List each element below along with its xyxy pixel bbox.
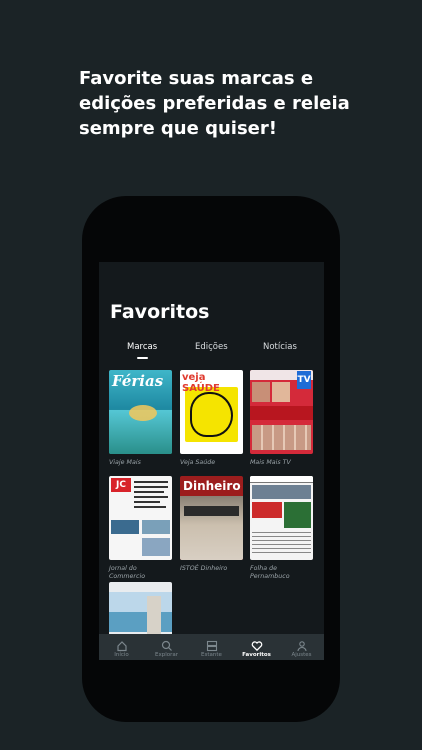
page-title: Favoritos <box>110 301 210 323</box>
promo-headline: Favorite suas marcas e edições preferida… <box>79 68 350 139</box>
card-caption: Mais Mais TV <box>250 459 291 466</box>
card-caption: Folha de Pernambuco <box>250 565 290 580</box>
nav-item-ajustes[interactable]: Ajustes <box>279 637 324 658</box>
favorite-card-folha-de-pernambuco[interactable]: Folha de Pernambuco <box>250 476 313 581</box>
favorite-card-veja-saude[interactable]: veja SAÚDE Veja Saúde <box>180 370 243 467</box>
favorite-card-istoe-dinheiro[interactable]: Dinheiro ISTOÉ Dinheiro <box>180 476 243 573</box>
card-caption: Veja Saúde <box>180 459 216 466</box>
heart-icon <box>234 637 279 652</box>
tab-noticias[interactable]: Notícias <box>263 342 297 352</box>
tab-marcas[interactable]: Marcas <box>127 342 157 352</box>
shelf-icon <box>189 637 234 652</box>
cover-image <box>250 476 313 560</box>
active-tab-indicator <box>137 357 148 359</box>
search-icon <box>144 637 189 651</box>
cover-image: JC <box>109 476 172 560</box>
cover-image: veja SAÚDE <box>180 370 243 454</box>
favorite-card-mais-mais-tv[interactable]: TV Mais Mais TV <box>250 370 313 467</box>
user-icon <box>279 637 324 652</box>
nav-item-favoritos[interactable]: Favoritos <box>234 637 279 658</box>
card-caption: Viaje Mais <box>109 459 141 466</box>
card-caption: ISTOÉ Dinheiro <box>180 565 228 572</box>
cover-image: Férias <box>109 370 172 454</box>
tab-edicoes[interactable]: Edições <box>195 342 228 352</box>
favorites-tabs: Marcas Edições Notícias <box>99 342 324 362</box>
cover-image: TV <box>250 370 313 454</box>
nav-item-estante[interactable]: Estante <box>189 637 234 658</box>
favorite-card-jornal-do-commercio[interactable]: JC Jornal do Commercio <box>109 476 172 581</box>
nav-item-explorar[interactable]: Explorar <box>144 637 189 658</box>
nav-item-inicio[interactable]: Início <box>99 637 144 658</box>
favorite-card-viaje-mais[interactable]: Férias Viaje Mais <box>109 370 172 467</box>
bottom-nav: Início Explorar Estante Favoritos Ajuste… <box>99 634 324 660</box>
home-icon <box>99 637 144 652</box>
app-screen: Favoritos Marcas Edições Notícias Férias… <box>99 262 324 660</box>
card-caption: Jornal do Commercio <box>109 565 146 580</box>
cover-image: Dinheiro <box>180 476 243 560</box>
